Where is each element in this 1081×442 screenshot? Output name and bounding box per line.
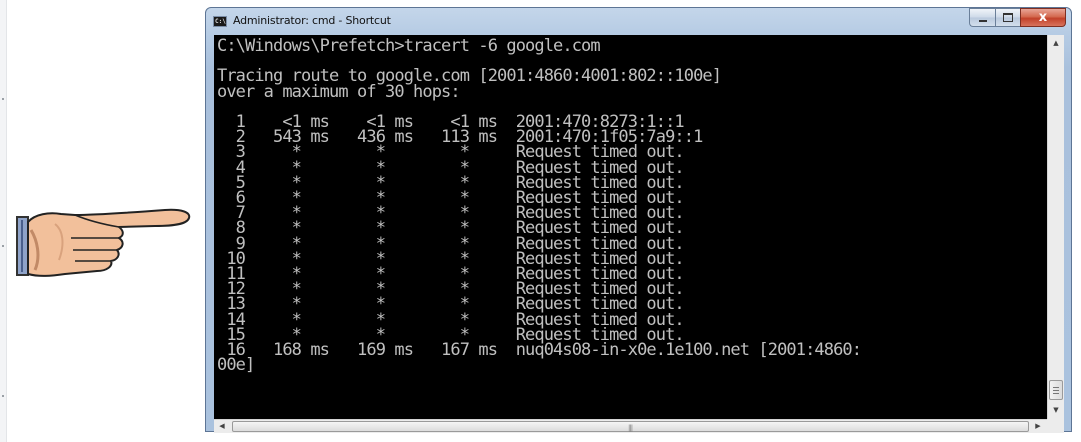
console-line: 16 168 ms 169 ms 167 ms nuq04s08-in-x0e.… — [217, 340, 862, 361]
close-button[interactable]: x — [1020, 8, 1066, 27]
minimize-icon — [978, 19, 987, 22]
scroll-right-icon[interactable]: ▶ — [1030, 420, 1046, 433]
maximize-button[interactable] — [995, 8, 1020, 27]
left-window-edge — [0, 0, 7, 442]
scroll-grip-icon: ||| — [628, 424, 633, 432]
title-bar[interactable]: C:\ Administrator: cmd - Shortcut x — [206, 8, 1071, 34]
console-output[interactable]: C:\Windows\Prefetch>tracert -6 google.co… — [214, 35, 1047, 419]
vertical-scrollbar[interactable]: ▲ ▼ — [1047, 35, 1064, 419]
console-window: C:\ Administrator: cmd - Shortcut x C:\W… — [205, 7, 1072, 433]
cmd-icon[interactable]: C:\ — [213, 16, 227, 27]
console-text: C:\Windows\Prefetch>tracert -6 google.co… — [217, 36, 862, 376]
vertical-scroll-thumb[interactable] — [1049, 380, 1063, 400]
cmd-icon-label: C:\ — [215, 18, 226, 25]
console-line: over a maximum of 30 hops: — [217, 81, 461, 102]
scrollbar-corner — [1047, 419, 1064, 433]
window-title: Administrator: cmd - Shortcut — [233, 14, 391, 27]
scroll-down-icon[interactable]: ▼ — [1048, 402, 1064, 419]
console-line: C:\Windows\Prefetch>tracert -6 google.co… — [217, 36, 601, 56]
maximize-icon — [1003, 13, 1013, 22]
console-line: 00e] — [217, 355, 255, 376]
close-icon: x — [1038, 10, 1048, 25]
horizontal-scroll-thumb[interactable]: ||| — [232, 421, 1029, 432]
horizontal-scrollbar[interactable]: ◀ ||| ▶ — [214, 419, 1047, 433]
scroll-left-icon[interactable]: ◀ — [214, 420, 230, 433]
window-controls: x — [969, 8, 1066, 28]
minimize-button[interactable] — [969, 8, 995, 27]
scroll-up-icon[interactable]: ▲ — [1048, 35, 1064, 52]
pointing-hand-icon — [16, 208, 191, 277]
